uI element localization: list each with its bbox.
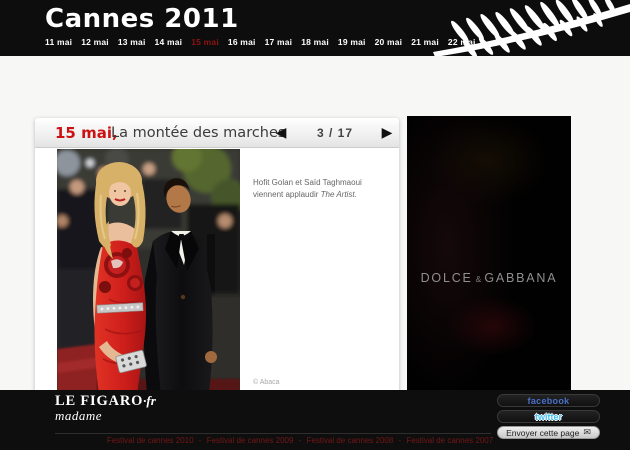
ad-brand-gabbana: GABBANA: [484, 271, 557, 285]
figaro-madame-logo[interactable]: LE FIGARO·fr madame: [55, 393, 156, 422]
logo-madame: madame: [55, 409, 156, 422]
gallery-title: La montée des marches: [111, 125, 285, 141]
footer-link-separator: -: [399, 436, 402, 445]
facebook-button[interactable]: facebook: [497, 394, 600, 407]
footer-links: Festival de cannes 2010 - Festival de ca…: [35, 436, 565, 445]
next-photo-button[interactable]: ▶: [377, 122, 397, 142]
twitter-button[interactable]: twitter: [497, 410, 600, 423]
envelope-icon: ✉: [583, 427, 591, 438]
footer-link-cannes-2010[interactable]: Festival de cannes 2010: [107, 436, 194, 445]
date-tab-11-mai[interactable]: 11 mai: [45, 37, 72, 47]
next-icon: ▶: [382, 124, 393, 140]
date-tab-12-mai[interactable]: 12 mai: [81, 37, 109, 47]
caption-movie-title: The Artist.: [321, 190, 357, 199]
ad-brand-ampersand: &: [476, 274, 482, 284]
date-tab-14-mai[interactable]: 14 mai: [155, 37, 183, 47]
ad-background-shape: [427, 116, 547, 206]
ad-brand-text: DOLCE&GABBANA: [407, 271, 571, 285]
gallery-date-label: 15 mai,: [55, 124, 118, 142]
logo-lefigaro: LE FIGARO: [55, 393, 143, 409]
date-tab-20-mai[interactable]: 20 mai: [375, 37, 403, 47]
gallery-header: 15 mai, La montée des marches ◀ 3 / 17 ▶: [35, 118, 399, 148]
page-title: Cannes 2011: [45, 4, 239, 34]
date-tab-19-mai[interactable]: 19 mai: [338, 37, 366, 47]
site-footer: LE FIGARO·fr madame facebook twitter Env…: [0, 390, 630, 450]
ad-background-shape: [447, 296, 537, 356]
date-tab-13-mai[interactable]: 13 mai: [118, 37, 146, 47]
prev-photo-button[interactable]: ◀: [271, 122, 291, 142]
footer-link-separator: -: [199, 436, 202, 445]
date-tab-15-mai[interactable]: 15 mai: [191, 37, 219, 47]
prev-icon: ◀: [276, 124, 287, 140]
ad-brand-dolce: DOLCE: [421, 271, 473, 285]
photo-counter: 3 / 17: [305, 126, 365, 140]
gallery-photo[interactable]: [57, 149, 240, 394]
footer-link-cannes-2007[interactable]: Festival de cannes 2007: [406, 436, 493, 445]
date-tab-18-mai[interactable]: 18 mai: [301, 37, 329, 47]
date-tab-16-mai[interactable]: 16 mai: [228, 37, 256, 47]
palm-leaf-icon: [415, 0, 630, 56]
site-header: Cannes 2011 11 mai 12 mai 13 mai 14 mai …: [0, 0, 630, 56]
photo-credit: © Abaca: [253, 379, 280, 386]
footer-divider: [55, 433, 491, 434]
footer-link-cannes-2009[interactable]: Festival de cannes 2009: [207, 436, 294, 445]
photo-caption: Hofit Golan et Saïd Taghmaoui viennent a…: [253, 177, 391, 202]
page: Cannes 2011 11 mai 12 mai 13 mai 14 mai …: [0, 0, 630, 450]
date-nav: 11 mai 12 mai 13 mai 14 mai 15 mai 16 ma…: [45, 37, 476, 47]
content-area: 15 mai, La montée des marches ◀ 3 / 17 ▶: [0, 56, 630, 390]
date-tab-17-mai[interactable]: 17 mai: [265, 37, 293, 47]
footer-link-separator: -: [299, 436, 302, 445]
red-carpet-photo-illustration: [57, 149, 240, 394]
footer-link-cannes-2008[interactable]: Festival de cannes 2008: [307, 436, 394, 445]
logo-fr: ·fr: [143, 393, 156, 408]
